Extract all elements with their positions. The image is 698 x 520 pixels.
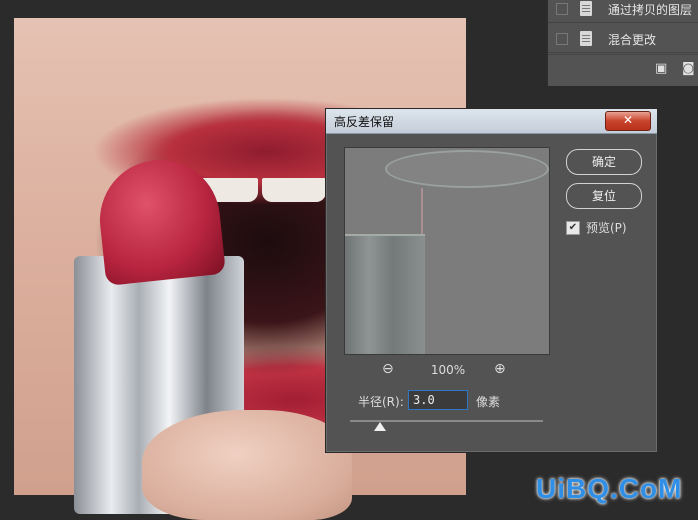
zoom-in-icon[interactable]: ⊕ <box>494 361 506 377</box>
watermark: UiBQ.CoM <box>536 473 683 504</box>
new-layer-icon[interactable]: ▣ <box>655 61 667 76</box>
filter-preview[interactable] <box>344 147 550 355</box>
layer-doc-icon <box>580 1 592 16</box>
preview-lipstick-case <box>345 234 425 354</box>
radius-unit-label: 像素 <box>476 395 501 409</box>
zoom-controls: ⊖ 100% ⊕ <box>344 361 548 381</box>
layer-label: 混合更改 <box>608 33 657 47</box>
preview-checkbox[interactable]: ✔ <box>566 221 580 235</box>
close-button[interactable]: ✕ <box>605 111 651 131</box>
zoom-out-icon[interactable]: ⊖ <box>382 361 394 377</box>
camera-icon[interactable]: ◙ <box>682 61 695 76</box>
layer-label: 通过拷贝的图层 <box>608 3 693 17</box>
radius-slider-thumb[interactable] <box>374 422 386 431</box>
zoom-value: 100% <box>430 363 466 377</box>
dialog-title: 高反差保留 <box>334 115 395 129</box>
finger <box>142 410 352 520</box>
layer-row[interactable]: 通过拷贝的图层 <box>548 0 698 23</box>
layer-row[interactable]: 混合更改 <box>548 26 698 53</box>
lipstick-tip <box>94 154 226 286</box>
dialog-titlebar[interactable]: 高反差保留 ✕ <box>326 109 657 134</box>
preview-label[interactable]: 预览(P) <box>586 219 627 236</box>
high-pass-dialog: 高反差保留 ✕ ⊖ 100% ⊕ 确定 复位 ✔ 预览(P) 半径(R): 像素 <box>325 108 658 453</box>
layers-panel: 通过拷贝的图层 混合更改 ▣ ◙ <box>547 0 698 86</box>
layer-doc-icon <box>580 31 592 46</box>
layer-visibility-toggle[interactable] <box>556 33 568 45</box>
ok-button[interactable]: 确定 <box>566 149 642 175</box>
radius-label: 半径(R): <box>358 395 404 409</box>
radius-input[interactable] <box>408 390 468 410</box>
reset-button[interactable]: 复位 <box>566 183 642 209</box>
layer-visibility-toggle[interactable] <box>556 3 568 15</box>
preview-lip-edge <box>385 150 549 188</box>
layers-toolbar: ▣ ◙ <box>548 54 698 85</box>
